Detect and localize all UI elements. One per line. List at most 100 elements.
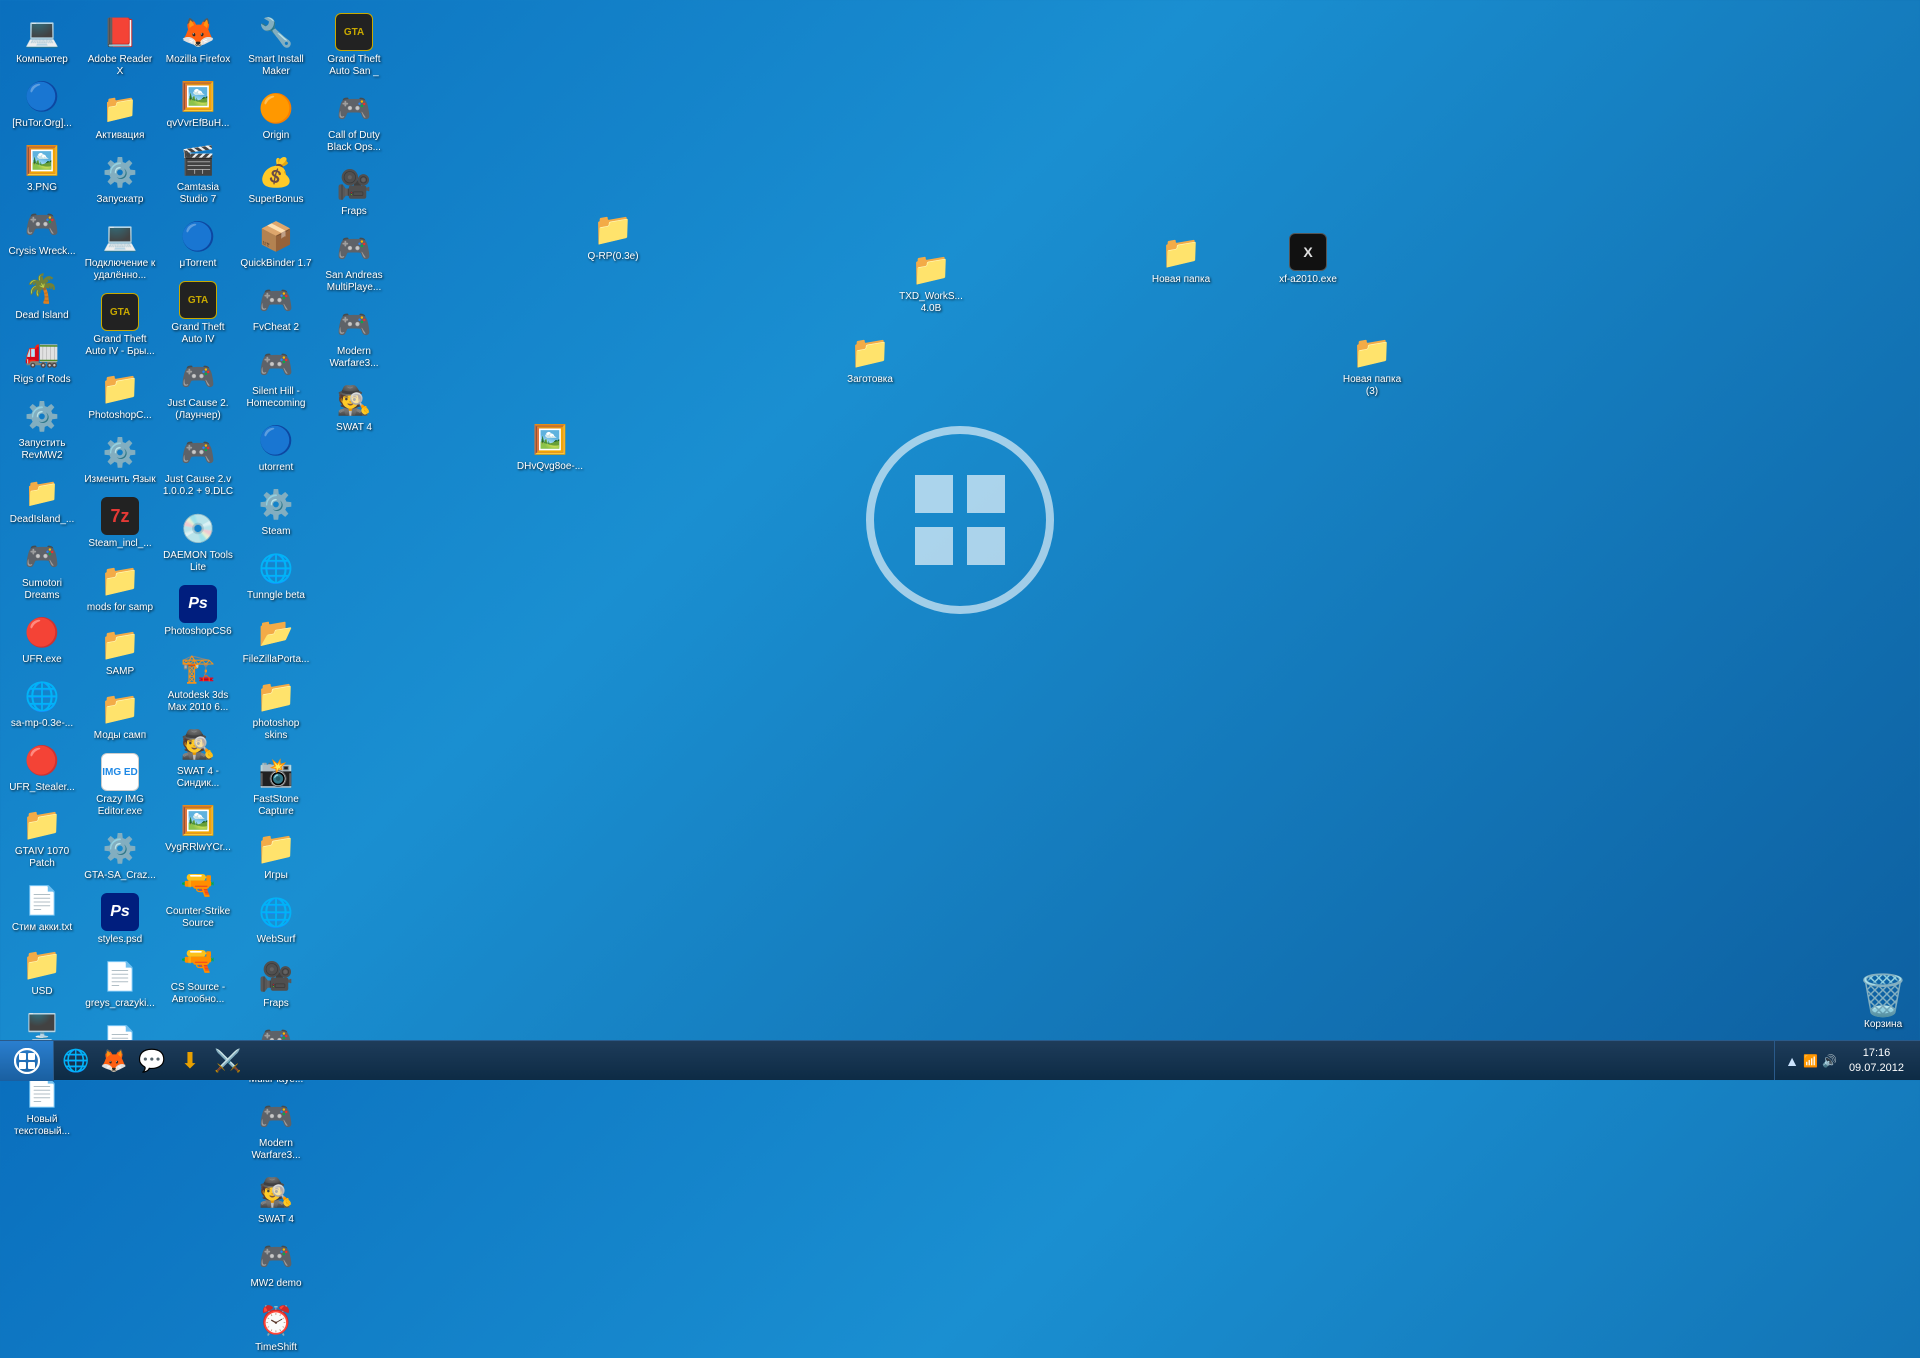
- desktop-icon-modernwarfare3[interactable]: 🎮Modern Warfare3...: [238, 1092, 314, 1166]
- desktop-icon-qvvvref[interactable]: 🖼️qvVvrEfBuH...: [160, 72, 236, 134]
- crysis-label: Crysis Wreck...: [8, 246, 75, 258]
- modernwarfare3-icon: 🎮: [256, 1096, 296, 1136]
- desktop-icon-rutororg[interactable]: 🔵[RuTor.Org]...: [4, 72, 80, 134]
- desktop-icon-swat42[interactable]: 🕵️SWAT 4: [316, 376, 392, 438]
- desktop-icon-dhvqvg[interactable]: 🖼️DHvQvg8oe-...: [512, 415, 588, 477]
- desktop-icon-autodesk3ds[interactable]: 🏗️Autodesk 3ds Max 2010 6...: [160, 644, 236, 718]
- taskbar-firefox[interactable]: 🦊: [96, 1044, 132, 1078]
- desktop-icon-steaminc[interactable]: 7zSteam_incl_...: [82, 492, 158, 554]
- taskbar-program5[interactable]: ⚔️: [210, 1044, 246, 1078]
- desktop-icon-samp[interactable]: 📁SAMP: [82, 620, 158, 682]
- desktop-icon-gtaivbryaki[interactable]: GTAGrand Theft Auto IV - Бры...: [82, 288, 158, 362]
- desktop-icon-firefox[interactable]: 🦊Mozilla Firefox: [160, 8, 236, 70]
- desktop-icon-computer[interactable]: 💻Компьютер: [4, 8, 80, 70]
- deadisland-icon: 🌴: [22, 268, 62, 308]
- desktop-icon-adobereader[interactable]: 📕Adobe Reader X: [82, 8, 158, 82]
- desktop-icon-silenthill[interactable]: 🎮Silent Hill - Homecoming: [238, 340, 314, 414]
- desktop-icon-cssourceauto[interactable]: 🔫CS Source - Автообно...: [160, 936, 236, 1010]
- desktop-icon-utorrent2[interactable]: 🔵μTorrent: [160, 212, 236, 274]
- desktop-icon-gtasacraz[interactable]: ⚙️GTA-SA_Craz...: [82, 824, 158, 886]
- gtasacraz-icon: ⚙️: [100, 828, 140, 868]
- desktop-icon-daemon[interactable]: 💿DAEMON Tools Lite: [160, 504, 236, 578]
- desktop-icon-zagotovka[interactable]: 📁Заготовка: [832, 328, 908, 390]
- desktop-icon-gtasa[interactable]: GTAGrand Theft Auto San _: [316, 8, 392, 82]
- desktop-icon-stimakkitxt[interactable]: 📄Стим акки.txt: [4, 876, 80, 938]
- samp-label: SAMP: [106, 666, 134, 678]
- desktop-icon-faststone[interactable]: 📸FastStone Capture: [238, 748, 314, 822]
- desktop-icon-modsforsamp[interactable]: 📁mods for samp: [82, 556, 158, 618]
- desktop-icon-fraps[interactable]: 🎥Fraps: [238, 952, 314, 1014]
- desktop-icon-aktivaciya[interactable]: 📁Активация: [82, 84, 158, 146]
- desktop-icon-txdworks[interactable]: 📁TXD_WorkS... 4.0B: [893, 245, 969, 319]
- desktop-icon-crysis[interactable]: 🎮Crysis Wreck...: [4, 200, 80, 262]
- desktop-icon-deadisland[interactable]: 🌴Dead Island: [4, 264, 80, 326]
- desktop-icon-steam[interactable]: ⚙️Steam: [238, 480, 314, 542]
- desktop-icon-utorrent3[interactable]: 🔵utorrent: [238, 416, 314, 478]
- desktop-icon-mw2demo[interactable]: 🎮MW2 demo: [238, 1232, 314, 1294]
- desktop-icon-csstrike[interactable]: 🔫Counter-Strike Source: [160, 860, 236, 934]
- xfa2010-icon: X: [1288, 232, 1328, 272]
- taskbar-ie[interactable]: 🌐: [58, 1044, 94, 1078]
- greyscrazyki-icon: 📄: [100, 956, 140, 996]
- desktop-icon-greyscrazyki[interactable]: 📄greys_crazyki...: [82, 952, 158, 1014]
- desktop-icon-sanandreasmulti2[interactable]: 🎮San Andreas MultiPlaye...: [316, 224, 392, 298]
- gtaivpatch-label: GTAIV 1070 Patch: [6, 846, 78, 870]
- desktop-icon-sumoton[interactable]: 🎮Sumotori Dreams: [4, 532, 80, 606]
- clock[interactable]: 17:16 09.07.2012: [1843, 1046, 1910, 1075]
- rigsrods-icon: 🚛: [22, 332, 62, 372]
- icon-column: 📕Adobe Reader X📁Активация⚙️Запускатр💻Под…: [82, 8, 158, 1078]
- desktop-icon-photoshopskins[interactable]: 📁photoshop skins: [238, 672, 314, 746]
- desktop-icon-xfa2010[interactable]: Xxf-a2010.exe: [1270, 228, 1346, 290]
- gtasa-icon: GTA: [334, 12, 374, 52]
- desktop-icon-ufrexe[interactable]: 🔴UFR.exe: [4, 608, 80, 670]
- mw2demo-icon: 🎮: [256, 1236, 296, 1276]
- desktop-icon-zapuskatr[interactable]: ⚙️Запускатр: [82, 148, 158, 210]
- recycle-bin[interactable]: 🗑️ Корзина: [1858, 972, 1908, 1030]
- desktop-icon-gtaiv[interactable]: GTAGrand Theft Auto IV: [160, 276, 236, 350]
- desktop-icon-callofduty[interactable]: 🎮Call of Duty Black Ops...: [316, 84, 392, 158]
- desktop-icon-modernwarfare32[interactable]: 🎮Modern Warfare3...: [316, 300, 392, 374]
- taskbar-utorrent[interactable]: ⬇: [172, 1044, 208, 1078]
- quickbinder-icon: 📦: [256, 216, 296, 256]
- desktop-icon-gtaivpatch[interactable]: 📁GTAIV 1070 Patch: [4, 800, 80, 874]
- desktop-icon-ufrstealer[interactable]: 🔴UFR_Stealer...: [4, 736, 80, 798]
- desktop-icon-tunngle[interactable]: 🌐Tunngle beta: [238, 544, 314, 606]
- desktop-icon-fraps2[interactable]: 🎥Fraps: [316, 160, 392, 222]
- desktop-icon-novayapapka3[interactable]: 📁Новая папка (3): [1334, 328, 1410, 402]
- gtaivbryaki-icon: GTA: [100, 292, 140, 332]
- desktop-icon-izmyazyk[interactable]: ⚙️Изменить Язык: [82, 428, 158, 490]
- justcause2dlc-label: Just Cause 2.v 1.0.0.2 + 9.DLC: [162, 474, 234, 498]
- desktop-icon-superbonus[interactable]: 💰SuperBonus: [238, 148, 314, 210]
- desktop-icon-smartinstall[interactable]: 🔧Smart Install Maker: [238, 8, 314, 82]
- desktop-icon-timeshift[interactable]: ⏰TimeShift: [238, 1296, 314, 1358]
- desktop-icon-rigsrods[interactable]: 🚛Rigs of Rods: [4, 328, 80, 390]
- desktop-icon-podklyuchenie[interactable]: 💻Подключение к удалённо...: [82, 212, 158, 286]
- start-button[interactable]: [0, 1041, 54, 1081]
- desktop-icon-igry[interactable]: 📁Игры: [238, 824, 314, 886]
- desktop-icon-swat4synd[interactable]: 🕵️SWAT 4 - Синдик...: [160, 720, 236, 794]
- desktop-icon-samp03e[interactable]: 🌐sa-mp-0.3e-...: [4, 672, 80, 734]
- desktop-icon-stylespsd[interactable]: Psstyles.psd: [82, 888, 158, 950]
- desktop-icon-photoshopcs6[interactable]: PsPhotoshopCS6: [160, 580, 236, 642]
- desktop-icon-origin[interactable]: 🟠Origin: [238, 84, 314, 146]
- desktop-icon-justcause2dlc[interactable]: 🎮Just Cause 2.v 1.0.0.2 + 9.DLC: [160, 428, 236, 502]
- desktop-icon-fvcheat2[interactable]: 🎮FvCheat 2: [238, 276, 314, 338]
- desktop-icon-websurf[interactable]: 🌐WebSurf: [238, 888, 314, 950]
- desktop-icon-justcause2l[interactable]: 🎮Just Cause 2.(Лаунчер): [160, 352, 236, 426]
- desktop-icon-novayapapka[interactable]: 📁Новая папка: [1143, 228, 1219, 290]
- desktop-icon-3png[interactable]: 🖼️3.PNG: [4, 136, 80, 198]
- desktop-icon-usd[interactable]: 📁USD: [4, 940, 80, 1002]
- desktop-icon-camtasia[interactable]: 🎬Camtasia Studio 7: [160, 136, 236, 210]
- desktop-icon-quickbinder[interactable]: 📦QuickBinder 1.7: [238, 212, 314, 274]
- desktop-icon-swat4[interactable]: 🕵️SWAT 4: [238, 1168, 314, 1230]
- desktop-icon-revmw2[interactable]: ⚙️Запустить RevMW2: [4, 392, 80, 466]
- desktop-icon-photoshopc[interactable]: 📁PhotoshopC...: [82, 364, 158, 426]
- desktop-icon-deadisland2[interactable]: 📁DeadIsland_...: [4, 468, 80, 530]
- desktop-icon-vygRRlwYCr[interactable]: 🖼️VygRRlwYCr...: [160, 796, 236, 858]
- taskbar-skype[interactable]: 💬: [134, 1044, 170, 1078]
- desktop-icon-qrp[interactable]: 📁Q-RP(0.3e): [575, 205, 651, 267]
- desktop-icon-modysamp[interactable]: 📁Моды самп: [82, 684, 158, 746]
- desktop-icon-crazyimged[interactable]: IMG EDCrazy IMG Editor.exe: [82, 748, 158, 822]
- desktop-icon-filezilla[interactable]: 📂FileZillaPorta...: [238, 608, 314, 670]
- sumoton-icon: 🎮: [22, 536, 62, 576]
